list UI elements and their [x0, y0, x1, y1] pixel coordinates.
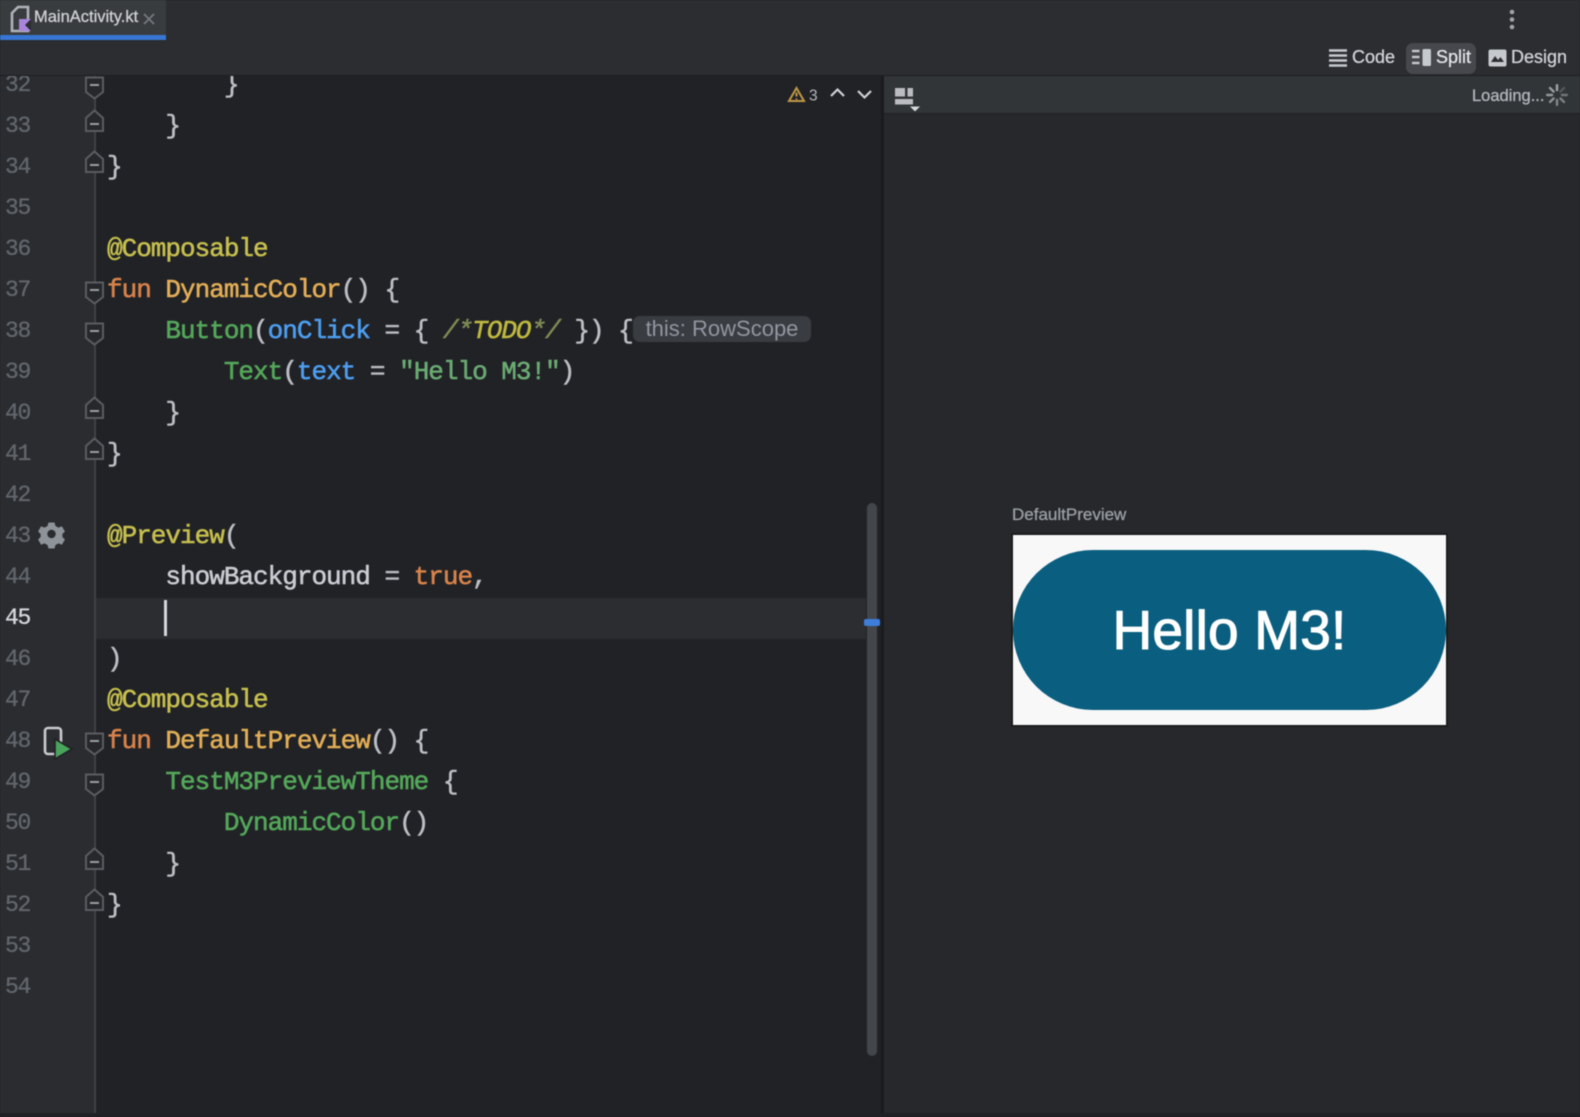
svg-text:3: 3	[809, 88, 818, 105]
